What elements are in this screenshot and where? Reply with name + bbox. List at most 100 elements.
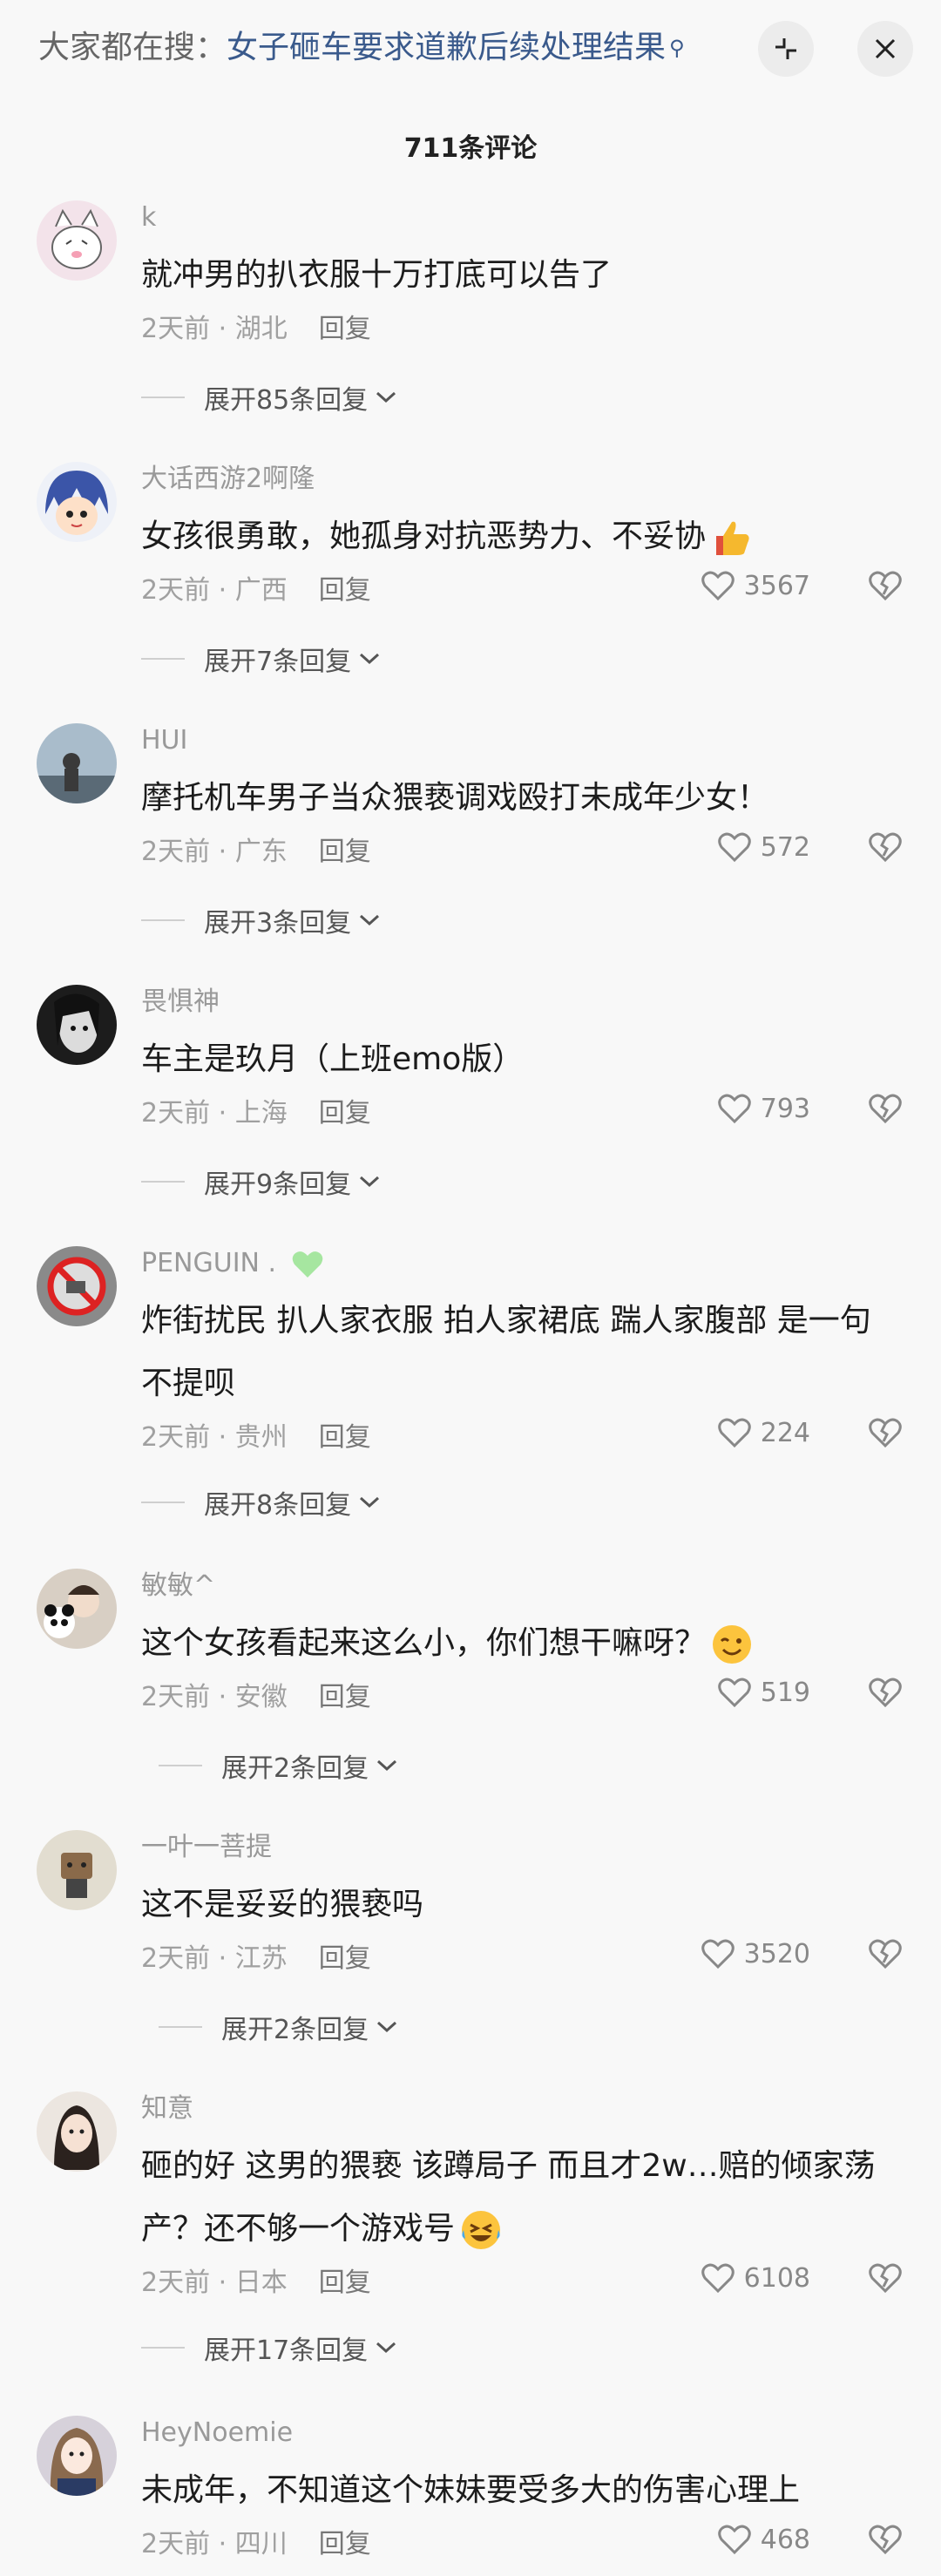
dislike-button[interactable] [868, 2524, 903, 2559]
expand-replies[interactable]: 展开3条回复 [141, 901, 381, 939]
comment-text: 这个女孩看起来这么小，你们想干嘛呀？ [141, 1612, 890, 1675]
expand-replies[interactable]: 展开2条回复 [159, 1746, 398, 1785]
time-location: 2天前 · 广东 [141, 837, 288, 867]
expand-replies[interactable]: 展开9条回复 [141, 1163, 381, 1201]
like-button[interactable]: 224 [717, 1417, 810, 1448]
comment-meta: 2天前 · 上海 回复 [141, 1096, 371, 1131]
dislike-button[interactable] [868, 2262, 903, 2297]
heart-icon [717, 832, 751, 863]
comment-meta: 2天前 · 安徽 回复 [141, 1680, 371, 1715]
comment-meta: 2天前 · 江苏 回复 [141, 1942, 371, 1976]
time-location: 2天前 · 贵州 [141, 1422, 288, 1453]
avatar[interactable] [37, 462, 117, 542]
expand-replies[interactable]: 展开8条回复 [141, 1483, 381, 1522]
dislike-button[interactable] [868, 1093, 903, 1128]
username[interactable]: HeyNoemie [141, 2416, 293, 2451]
expand-replies-label: 展开85条回复 [204, 385, 369, 416]
reply-button[interactable]: 回复 [319, 1943, 371, 1974]
avatar[interactable] [37, 985, 117, 1065]
comment-meta: 2天前 · 四川 回复 [141, 2527, 371, 2562]
comment-item: PENGUIN . 炸街扰民 扒人家衣服 拍人家裙底 踹人家腹部 是一句不提呗 … [0, 1246, 941, 1525]
reply-button[interactable]: 回复 [319, 575, 371, 606]
expand-replies[interactable]: 展开2条回复 [159, 2008, 398, 2046]
comment-item: 敏敏^ 这个女孩看起来这么小，你们想干嘛呀？ 2天前 · 安徽 回复 519 展开… [0, 1569, 941, 1786]
time-location: 2天前 · 安徽 [141, 1682, 288, 1712]
username[interactable]: 大话西游2啊隆 [141, 462, 315, 497]
avatar[interactable] [37, 200, 117, 281]
comment-item: HUI 摩托机车男子当众猥亵调戏殴打未成年少女！ 2天前 · 广东 回复 572 … [0, 723, 941, 941]
search-bar: 大家都在搜：女子砸车要求道歉后续处理结果 ⚲ [0, 0, 941, 96]
expand-replies[interactable]: 展开17条回复 [141, 2329, 397, 2367]
username[interactable]: 一叶一菩提 [141, 1830, 272, 1865]
heart-icon [717, 1418, 751, 1448]
comment-item: 知意 砸的好 这男的猥亵 该蹲局子 而且才2w…赔的倾家荡产？还不够一个游戏号 … [0, 2091, 941, 2370]
username[interactable]: HUI [141, 723, 187, 758]
like-count: 468 [760, 2524, 810, 2555]
username[interactable]: 畏惧神 [141, 985, 220, 1020]
dislike-button[interactable] [868, 1677, 903, 1712]
reply-button[interactable]: 回复 [319, 2268, 371, 2298]
comment-text-body: 这个女孩看起来这么小，你们想干嘛呀？ [141, 1625, 707, 1661]
collapse-button[interactable] [758, 21, 814, 77]
avatar[interactable] [37, 2416, 117, 2496]
dislike-button[interactable] [868, 570, 903, 605]
username[interactable]: PENGUIN . [141, 1246, 325, 1281]
search-query-link[interactable]: 女子砸车要求道歉后续处理结果 [227, 30, 666, 65]
reply-button[interactable]: 回复 [319, 1422, 371, 1453]
comment-meta: 2天前 · 湖北 回复 [141, 312, 371, 347]
like-count: 224 [760, 1417, 810, 1448]
comment-item: HeyNoemie 未成年，不知道这个妹妹要受多大的伤害心理上 2天前 · 四川… [0, 2416, 941, 2573]
like-button[interactable]: 572 [717, 831, 810, 863]
close-button[interactable] [857, 21, 913, 77]
comment-item: k 就冲男的扒衣服十万打底可以告了 2天前 · 湖北 回复 展开85条回复 [0, 200, 941, 418]
heart-icon [717, 1678, 751, 1708]
close-icon [875, 38, 896, 59]
like-button[interactable]: 793 [717, 1093, 810, 1124]
reply-button[interactable]: 回复 [319, 837, 371, 867]
reply-button[interactable]: 回复 [319, 314, 371, 344]
avatar[interactable] [37, 1569, 117, 1649]
comment-text: 砸的好 这男的猥亵 该蹲局子 而且才2w…赔的倾家荡产？还不够一个游戏号 [141, 2135, 890, 2261]
like-button[interactable]: 3520 [701, 1938, 810, 1969]
like-button[interactable]: 3567 [701, 570, 810, 601]
username[interactable]: 知意 [141, 2091, 193, 2126]
expand-replies[interactable]: 展开7条回复 [141, 640, 381, 678]
username[interactable]: k [141, 200, 156, 235]
like-button[interactable]: 519 [717, 1677, 810, 1708]
broken-heart-icon [869, 1678, 902, 1708]
avatar[interactable] [37, 1246, 117, 1326]
broken-heart-icon [869, 2263, 902, 2294]
dislike-button[interactable] [868, 1938, 903, 1973]
comment-meta: 2天前 · 广东 回复 [141, 835, 371, 870]
broken-heart-icon [869, 571, 902, 601]
thumbs-up-emoji-icon [716, 521, 749, 555]
chevron-down-icon [360, 914, 380, 926]
chevron-down-icon [360, 1496, 380, 1508]
dislike-button[interactable] [868, 1417, 903, 1452]
expand-replies-label: 展开8条回复 [204, 1490, 352, 1521]
broken-heart-icon [869, 1418, 902, 1448]
search-prefix: 大家都在搜： [38, 30, 227, 65]
chevron-down-icon [360, 1176, 380, 1188]
avatar[interactable] [37, 723, 117, 803]
comment-text: 摩托机车男子当众猥亵调戏殴打未成年少女！ [141, 780, 769, 816]
comment-text: 就冲男的扒衣服十万打底可以告了 [141, 257, 613, 293]
avatar[interactable] [37, 2091, 117, 2172]
expand-replies-label: 展开2条回复 [221, 1753, 369, 1784]
like-button[interactable]: 468 [717, 2524, 810, 2555]
search-icon: ⚲ [669, 36, 685, 60]
search-suggestion[interactable]: 大家都在搜：女子砸车要求道歉后续处理结果 ⚲ [38, 24, 685, 71]
like-button[interactable]: 6108 [701, 2262, 810, 2294]
reply-button[interactable]: 回复 [319, 2529, 371, 2559]
broken-heart-icon [869, 1094, 902, 1124]
dislike-button[interactable] [868, 831, 903, 866]
reply-button[interactable]: 回复 [319, 1098, 371, 1129]
avatar[interactable] [37, 1830, 117, 1910]
expand-replies[interactable]: 展开85条回复 [141, 378, 397, 417]
username[interactable]: 敏敏^ [141, 1569, 215, 1603]
expand-replies-label: 展开17条回复 [204, 2335, 369, 2366]
like-count: 6108 [743, 2262, 810, 2294]
reply-button[interactable]: 回复 [319, 1682, 371, 1712]
expand-replies-label: 展开2条回复 [221, 2015, 369, 2045]
laughing-tears-emoji-icon [462, 2211, 501, 2249]
